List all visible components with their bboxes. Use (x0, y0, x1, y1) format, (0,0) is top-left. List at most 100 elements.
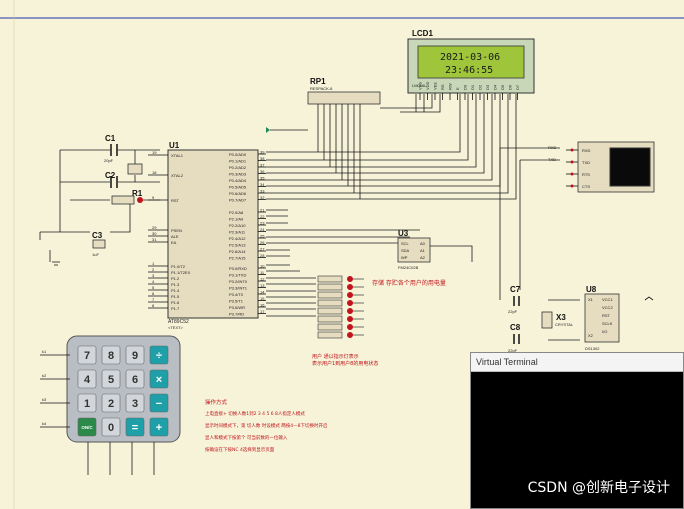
crystal-x3[interactable]: X3 CRYSTAL (541, 311, 574, 329)
keypad[interactable]: 7 8 9 ÷ 4 5 6 × 1 2 3 − ON/C 0 = + k1 k2 k3 k4 (40, 335, 181, 475)
led-resistor (317, 275, 343, 283)
u1-right-pin-name: P3.6/WR (229, 305, 245, 310)
keypad-column-wires (87, 442, 155, 475)
operation-notes: 操作方式 上电直接+ 切换人数1到2 3 4 5 6 8人指定人模式显示时间模式… (205, 398, 328, 453)
u1-left-pin-num: 6 (152, 291, 155, 296)
led-indicator[interactable] (347, 316, 353, 322)
capacitor-c7[interactable]: C7 22pF (508, 285, 521, 314)
u1-right-pin-name: P2.5/A13 (229, 243, 246, 248)
u1-right-pin-name: P2.6/A14 (229, 249, 246, 254)
u8-pin-right: RST (602, 313, 611, 318)
u1-left-pin-name: P1.6 (171, 300, 180, 305)
u1-right-pin-name: P0.3/AD3 (229, 172, 247, 177)
u1-left-pin-num: 30 (152, 231, 157, 236)
c3-label: C3 (92, 231, 103, 240)
u1-right-pin-num: 12 (260, 277, 265, 282)
u1-right-pin-name: P0.1/AD1 (229, 159, 247, 164)
led-indicator[interactable] (347, 308, 353, 314)
eeprom-u3[interactable]: U3 SCL SDA WP A0 A1 A2 FM24C02B (397, 229, 431, 270)
u3-pin-right: A0 (420, 241, 426, 246)
keypad-key-label: ON/C (81, 425, 93, 430)
lcd-pin-label: VDD (425, 81, 430, 90)
op-line: 显示时间模式下，第 切人数 时设模式 两按4—8下切换时开启 (205, 422, 328, 429)
u1-left-pin-num: 2 (152, 267, 155, 272)
resistor-pack[interactable]: RP1 RESPACK-8 (307, 77, 381, 105)
virtual-terminal-title: Virtual Terminal (471, 353, 683, 372)
lcd-display[interactable]: LCD1 2021-03-06 23:46:55 LM016L VSS VDD VE… (407, 29, 535, 100)
u1-right-pin-name: P0.2/AD2 (229, 165, 247, 170)
u3-pin-left: SCL (401, 241, 410, 246)
u1-right-pin-name: P3.4/T0 (229, 292, 244, 297)
led-indicator[interactable] (347, 300, 353, 306)
lcd-pin-label: D1 (470, 84, 475, 90)
u1-right-pin-num: 37 (260, 163, 265, 168)
lcd-line-2: 23:46:55 (445, 65, 493, 76)
capacitor-c3[interactable]: C3 1uF (92, 231, 106, 257)
led-indicator[interactable] (347, 276, 353, 282)
u1-right-pin-num: 35 (260, 176, 265, 181)
u1-left-pin-num: 9 (152, 195, 155, 200)
keypad-key-label: 3 (132, 398, 138, 410)
c1-label: C1 (105, 134, 116, 143)
u1-left-pin-name: XTAL1 (171, 153, 184, 158)
u1-left-pin-name: P1.2 (171, 276, 180, 281)
led-indicator[interactable] (347, 292, 353, 298)
u1-left-pin-num: 5 (152, 285, 155, 290)
terminal-pin-dot (570, 148, 574, 152)
u1-right-pin-name: P2.1/A9 (229, 217, 244, 222)
u1-right-pin-num: 27 (260, 247, 265, 252)
reset-button-led[interactable] (137, 197, 143, 203)
u1-right-pin-num: 14 (260, 290, 265, 295)
led-resistor (317, 283, 343, 291)
led-resistor (317, 307, 343, 315)
op-line: 上电直接+ 切换人数1到2 3 4 5 6 8人指定人模式 (205, 410, 305, 417)
u8-pin-right: VCC2 (602, 305, 613, 310)
mcu-u1[interactable]: U1 AT89C52 <TEXT> XTAL119XTAL218RST9PSEN… (148, 141, 266, 330)
capacitor-c1[interactable]: C1 20pF (104, 134, 118, 163)
led-indicator[interactable] (347, 324, 353, 330)
lcd-line-1: 2021-03-06 (440, 52, 500, 63)
keypad-key-label: − (156, 398, 162, 410)
serial-connector[interactable]: RXD TXD RTS CTS RXD TXD (548, 141, 655, 193)
led-resistor (317, 331, 343, 339)
lcd-pin-label: D5 (500, 84, 505, 90)
capacitor-c8[interactable]: C8 22pF (508, 323, 521, 353)
u1-text: <TEXT> (168, 325, 184, 330)
resistor-r1[interactable]: R1 (111, 189, 143, 205)
crystal-x1[interactable] (127, 163, 143, 175)
u1-right-pin-num: 16 (260, 303, 265, 308)
u1-right-pin-name: P3.1/TXD (229, 273, 246, 278)
rtc-u8[interactable]: U8 X1 X2 VCC1 VCC2 RST SCLK I/O DS1302 (584, 285, 620, 351)
terminal-pin-dot (570, 160, 574, 164)
u1-right-pin-name: P2.4/A12 (229, 236, 246, 241)
ground-symbol (52, 261, 60, 266)
keypad-key-label: 2 (108, 398, 114, 410)
rp1-model: RESPACK-8 (310, 86, 333, 91)
u8-pin-right: I/O (602, 329, 607, 334)
u1-right-pin-num: 13 (260, 283, 265, 288)
led-indicator[interactable] (347, 284, 353, 290)
u3-pin-right: A1 (420, 248, 426, 253)
u1-right-pin-name: P3.5/T1 (229, 299, 244, 304)
capacitor-c2[interactable]: C2 (105, 171, 118, 188)
data-bus-wires (266, 94, 580, 341)
lcd-pin-label: D4 (493, 84, 498, 90)
led-resistor (317, 299, 343, 307)
u1-right-pin-num: 26 (260, 240, 265, 245)
u1-right-pin-name: P0.0/AD0 (229, 152, 247, 157)
x3-model: CRYSTAL (555, 322, 574, 327)
u3-pin-left: WP (401, 255, 408, 260)
u8-pin-left: X2 (588, 333, 594, 338)
u1-right-pin-num: 21 (260, 208, 265, 213)
keypad-row-label: k4 (42, 421, 47, 426)
user-led-array[interactable] (317, 275, 364, 339)
terminal-pin-dot (570, 184, 574, 188)
u1-right-pin-name: P2.0/A8 (229, 210, 244, 215)
u1-right-pin-name: P2.7/A15 (229, 256, 246, 261)
led-indicator[interactable] (347, 332, 353, 338)
lcd-pin-label: D0 (463, 84, 468, 90)
ground-arrow-icon (266, 127, 270, 133)
u1-left-pin-name: ALE (171, 234, 179, 239)
keypad-key-label: 8 (108, 350, 114, 362)
u1-right-pin-name: P0.5/AD5 (229, 185, 247, 190)
